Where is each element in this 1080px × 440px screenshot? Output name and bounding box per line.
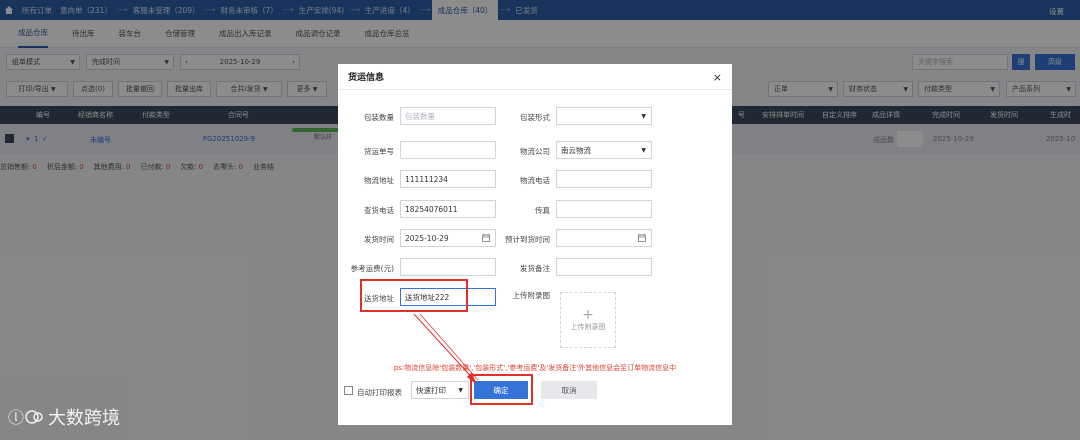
svg-text:ⓛ: ⓛ — [8, 408, 24, 427]
logistics-addr-input[interactable]: 111111234 — [400, 170, 496, 188]
caret-down-icon: ▼ — [641, 146, 646, 154]
pkg-form-select[interactable]: ▼ — [556, 107, 652, 125]
ship-note-input[interactable] — [556, 258, 652, 276]
watermark-logo: ⓛ 大数跨境 — [8, 408, 120, 429]
query-phone-input[interactable]: 18254076011 — [400, 200, 496, 218]
upload-label: 上传附录图 — [512, 291, 551, 300]
auto-print-checkbox[interactable] — [344, 386, 353, 395]
print-mode-select[interactable]: 快速打印 ▼ — [411, 381, 469, 399]
pkg-qty-input[interactable]: 包装数量 — [400, 107, 496, 125]
ship-time-label: 发货时间 — [364, 235, 394, 244]
caret-down-icon: ▼ — [458, 386, 463, 394]
logistics-co-select[interactable]: 南云物流 ▼ — [556, 141, 652, 159]
eta-input[interactable] — [556, 229, 652, 247]
logistics-phone-label: 物流电话 — [520, 176, 550, 185]
calendar-icon[interactable] — [638, 234, 646, 242]
pkg-qty-label: 包装数量 — [364, 113, 394, 122]
logo-icon: ⓛ — [8, 408, 43, 427]
fax-input[interactable] — [556, 200, 652, 218]
fax-label: 传真 — [535, 206, 550, 215]
shipping-info-dialog: 货运信息 × 包装数量 包装数量 包装形式 ▼ 货运单号 物流公司 南云物流 ▼ … — [338, 64, 732, 425]
close-icon[interactable]: × — [713, 71, 722, 84]
plus-icon: + — [582, 307, 594, 323]
auto-print-label: 自动打印报表 — [357, 388, 402, 397]
logistics-co-label: 物流公司 — [520, 147, 550, 156]
upload-image-box[interactable]: + 上传附录图 — [560, 292, 616, 348]
query-phone-label: 查货电话 — [364, 206, 394, 215]
dialog-note: ps:物流信息除'包装数量','包装形式','参考运费'及'发货备注'外其他信息… — [393, 364, 677, 372]
waybill-label: 货运单号 — [364, 147, 394, 156]
calendar-icon[interactable] — [482, 234, 490, 242]
pkg-form-label: 包装形式 — [520, 113, 550, 122]
dialog-title: 货运信息 — [338, 64, 732, 90]
highlight-box — [470, 374, 533, 405]
ref-freight-label: 参考运费(元) — [350, 264, 394, 273]
logistics-phone-input[interactable] — [556, 170, 652, 188]
highlight-box — [360, 279, 468, 312]
logistics-addr-label: 物流地址 — [364, 176, 394, 185]
ship-note-label: 发货备注 — [520, 264, 550, 273]
eta-label: 预计到货时间 — [505, 235, 550, 244]
caret-down-icon: ▼ — [641, 112, 646, 120]
cancel-button[interactable]: 取消 — [541, 381, 597, 399]
ship-time-input[interactable]: 2025-10-29 — [400, 229, 496, 247]
ref-freight-input[interactable] — [400, 258, 496, 276]
waybill-input[interactable] — [400, 141, 496, 159]
